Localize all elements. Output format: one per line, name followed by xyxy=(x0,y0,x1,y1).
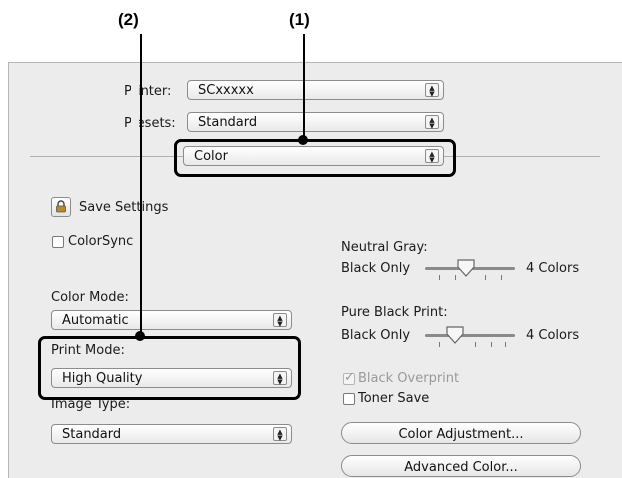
image-type-value: Standard xyxy=(62,427,122,442)
presets-popup[interactable]: Standard ▲ ▼ xyxy=(187,112,444,132)
slider-tick xyxy=(491,342,492,347)
slider-track xyxy=(425,334,515,337)
slider-thumb-icon[interactable] xyxy=(456,258,476,278)
leader-gap-printer xyxy=(131,82,139,100)
black-overprint-label: Black Overprint xyxy=(358,371,460,386)
up-down-arrows-icon: ▲ ▼ xyxy=(425,83,439,98)
callout-dot-2 xyxy=(135,331,145,341)
image-type-popup[interactable]: Standard ▲ ▼ xyxy=(51,424,292,444)
callout-leader-2 xyxy=(140,34,142,336)
callout-highlight-1 xyxy=(174,139,456,177)
slider-tick xyxy=(439,342,440,347)
advanced-color-label: Advanced Color... xyxy=(404,460,518,475)
slider-tick xyxy=(485,275,486,280)
color-mode-label: Color Mode: xyxy=(51,290,129,305)
pure-black-min-label: Black Only xyxy=(341,328,411,343)
slider-tick xyxy=(439,275,440,280)
callout-label-1: (1) xyxy=(289,10,310,29)
save-settings-button[interactable] xyxy=(51,197,71,217)
callout-leader-1 xyxy=(303,34,305,139)
callout-label-2: (2) xyxy=(118,10,139,29)
up-down-arrows-icon: ▲ ▼ xyxy=(425,115,439,130)
color-adjustment-button[interactable]: Color Adjustment... xyxy=(341,422,581,444)
callout-dot-1 xyxy=(298,135,308,145)
neutral-gray-label: Neutral Gray: xyxy=(341,240,428,255)
pure-black-slider[interactable] xyxy=(425,325,515,349)
toner-save-checkbox[interactable] xyxy=(343,393,355,405)
presets-value: Standard xyxy=(198,115,258,130)
printer-value: SCxxxxx xyxy=(198,83,254,98)
callout-highlight-2 xyxy=(38,336,301,400)
slider-tick xyxy=(501,275,502,280)
pure-black-max-label: 4 Colors xyxy=(526,328,580,343)
neutral-gray-slider[interactable] xyxy=(425,258,515,282)
up-down-arrows-icon: ▲ ▼ xyxy=(273,427,287,442)
lock-icon xyxy=(56,200,66,213)
pure-black-print-label: Pure Black Print: xyxy=(341,305,448,320)
leader-gap-presets xyxy=(131,114,139,132)
neutral-gray-max-label: 4 Colors xyxy=(526,261,580,276)
slider-tick xyxy=(505,342,506,347)
black-overprint-checkbox[interactable]: ✓ xyxy=(343,370,355,385)
colorsync-label: ColorSync xyxy=(68,234,134,249)
printer-popup[interactable]: SCxxxxx ▲ ▼ xyxy=(187,80,444,100)
checkmark-icon: ✓ xyxy=(344,370,355,385)
colorsync-checkbox[interactable] xyxy=(52,236,64,248)
color-mode-value: Automatic xyxy=(62,313,129,328)
neutral-gray-min-label: Black Only xyxy=(341,261,411,276)
advanced-color-button[interactable]: Advanced Color... xyxy=(341,455,581,477)
color-mode-popup[interactable]: Automatic ▲ ▼ xyxy=(51,310,292,330)
save-settings-label: Save Settings xyxy=(79,200,169,215)
slider-tick xyxy=(475,342,476,347)
up-down-arrows-icon: ▲ ▼ xyxy=(273,313,287,328)
color-adjustment-label: Color Adjustment... xyxy=(398,427,524,442)
toner-save-label: Toner Save xyxy=(358,391,430,406)
slider-thumb-icon[interactable] xyxy=(445,325,465,345)
